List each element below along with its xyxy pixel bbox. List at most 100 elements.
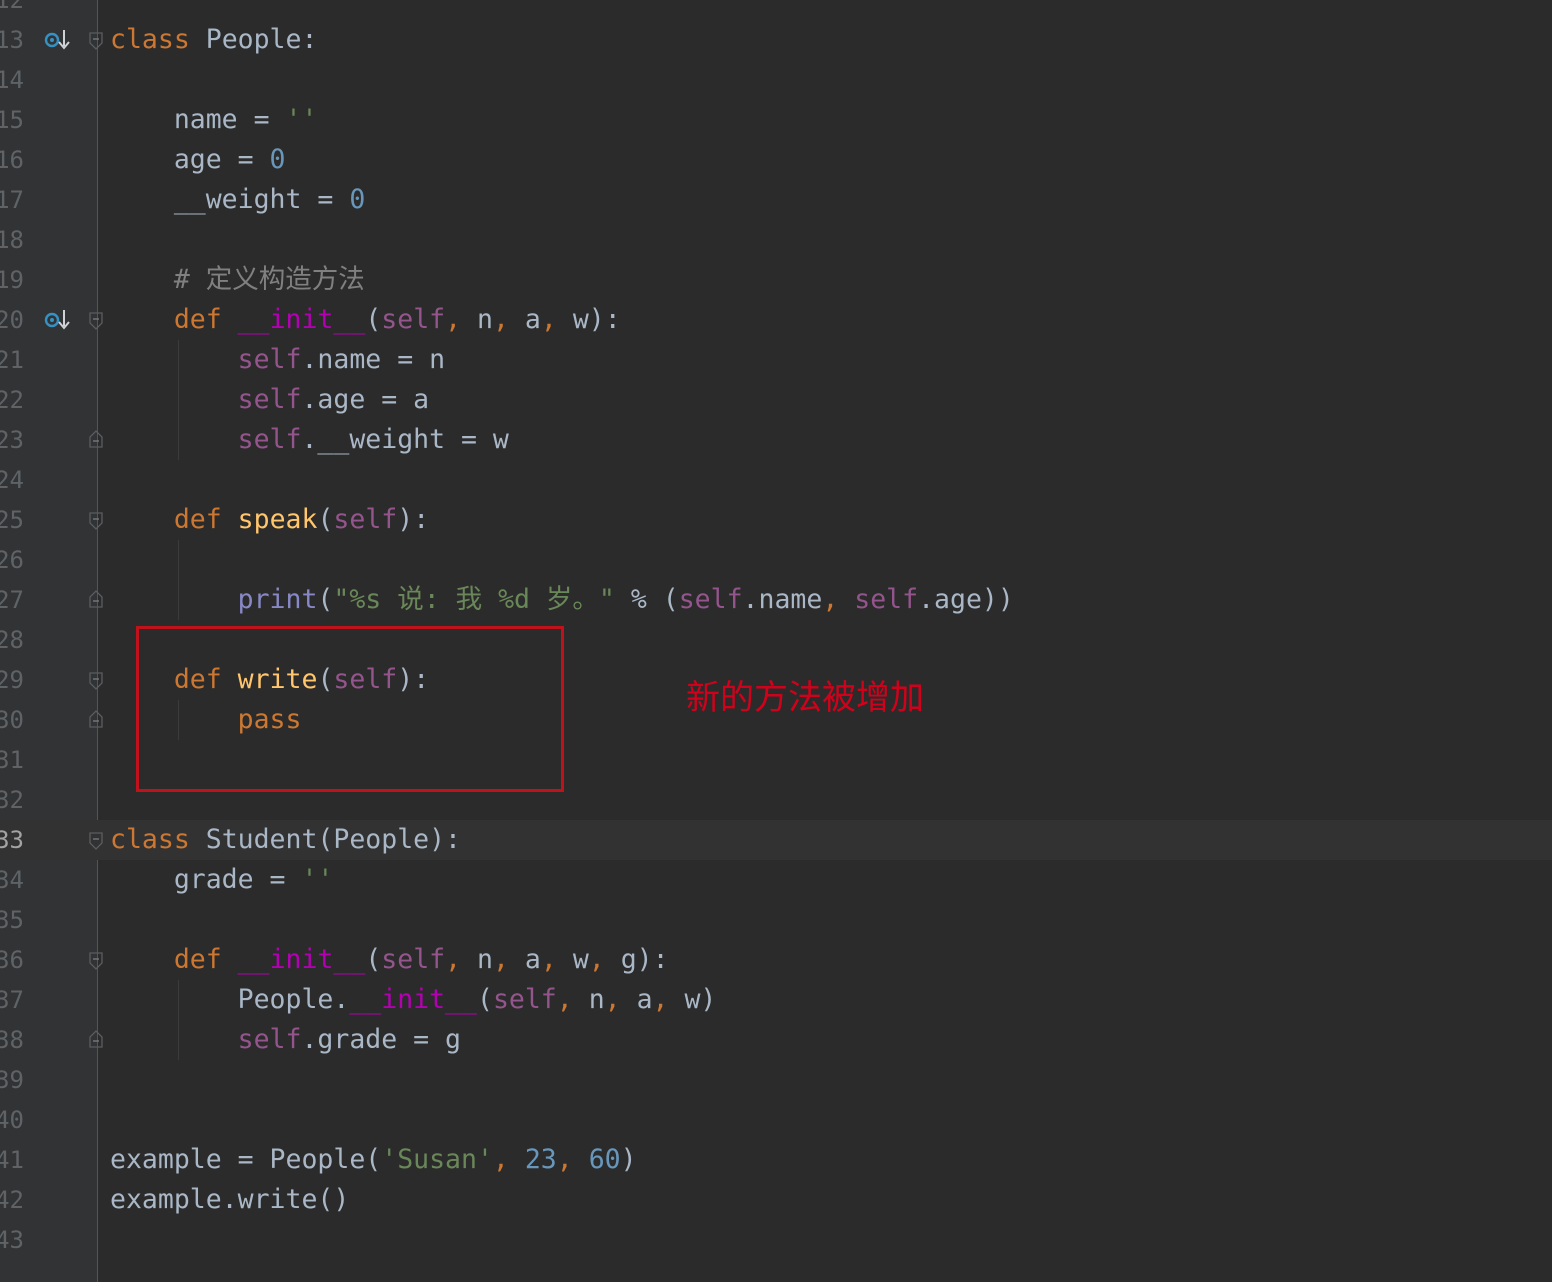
- code-line[interactable]: 25 def speak(self):: [0, 500, 1552, 540]
- code-token: (: [317, 504, 334, 535]
- code-line[interactable]: 39: [0, 1060, 1552, 1100]
- code-token: self: [333, 504, 398, 535]
- code-token: self: [854, 584, 919, 615]
- code-editor[interactable]: 12 13 class People: 14 15 name = '' 16 age = …: [0, 0, 1552, 1282]
- code-line[interactable]: 19 # 定义构造方法: [0, 260, 1552, 300]
- code-text: age = 0: [110, 140, 286, 180]
- code-text: grade = '': [110, 860, 334, 900]
- code-line[interactable]: 36 def __init__(self, n, a, w, g):: [0, 940, 1552, 980]
- code-token: self: [678, 584, 743, 615]
- override-method-down-icon[interactable]: [44, 308, 72, 332]
- code-line[interactable]: 12: [0, 0, 1552, 20]
- code-token: self: [381, 944, 446, 975]
- fold-close-icon[interactable]: [89, 1030, 103, 1048]
- line-number: 14: [0, 66, 24, 94]
- code-token: self: [237, 344, 302, 375]
- code-line[interactable]: 18: [0, 220, 1552, 260]
- code-line[interactable]: 24: [0, 460, 1552, 500]
- line-number: 35: [0, 906, 24, 934]
- line-number: 13: [0, 26, 24, 54]
- code-token: self: [237, 1024, 302, 1055]
- code-text: example = People('Susan', 23, 60): [110, 1140, 637, 1180]
- code-token: (: [365, 304, 382, 335]
- code-token: ,: [493, 304, 525, 335]
- line-number: 25: [0, 506, 24, 534]
- code-token: __init__: [349, 984, 477, 1015]
- code-token: .age)): [918, 584, 1014, 615]
- code-token: ,: [540, 304, 573, 335]
- code-line[interactable]: 43: [0, 1220, 1552, 1260]
- code-token: n: [588, 984, 605, 1015]
- code-line[interactable]: 35: [0, 900, 1552, 940]
- line-number: 32: [0, 786, 24, 814]
- code-token: age =: [110, 144, 270, 175]
- code-line[interactable]: 15 name = '': [0, 100, 1552, 140]
- code-token: (: [476, 984, 493, 1015]
- fold-close-icon[interactable]: [89, 430, 103, 448]
- line-number: 33: [0, 826, 24, 854]
- fold-open-icon[interactable]: [89, 312, 103, 330]
- code-line[interactable]: 17 __weight = 0: [0, 180, 1552, 220]
- code-token: 0: [349, 184, 366, 215]
- code-text: __weight = 0: [110, 180, 365, 220]
- code-token: __init__: [237, 944, 366, 975]
- code-line[interactable]: 38 self.grade = g: [0, 1020, 1552, 1060]
- line-number: 34: [0, 866, 24, 894]
- code-line[interactable]: 22 self.age = a: [0, 380, 1552, 420]
- code-line[interactable]: 41 example = People('Susan', 23, 60): [0, 1140, 1552, 1180]
- code-token: .__weight = w: [301, 424, 509, 455]
- fold-open-icon[interactable]: [89, 952, 103, 970]
- code-text: def __init__(self, n, a, w):: [110, 300, 621, 340]
- code-token: .name: [742, 584, 823, 615]
- fold-open-icon[interactable]: [89, 32, 103, 50]
- code-token: self: [237, 384, 302, 415]
- code-line[interactable]: 33 class Student(People):: [0, 820, 1552, 860]
- indent-guide: [178, 540, 179, 620]
- fold-open-icon[interactable]: [89, 512, 103, 530]
- code-token: ,: [445, 944, 478, 975]
- code-line[interactable]: 37 People.__init__(self, n, a, w): [0, 980, 1552, 1020]
- code-token: speak: [237, 504, 318, 535]
- code-token: print: [237, 584, 318, 615]
- code-token: ,: [540, 944, 573, 975]
- annotation-label: 新的方法被增加: [686, 678, 924, 718]
- line-number: 30: [0, 706, 24, 734]
- line-number: 38: [0, 1026, 24, 1054]
- code-token: example.write(): [110, 1184, 350, 1215]
- code-line[interactable]: 16 age = 0: [0, 140, 1552, 180]
- line-number: 41: [0, 1146, 24, 1174]
- code-line[interactable]: 13 class People:: [0, 20, 1552, 60]
- line-number: 31: [0, 746, 24, 774]
- code-line[interactable]: 26: [0, 540, 1552, 580]
- code-text: self.name = n: [110, 340, 445, 380]
- code-line[interactable]: 34 grade = '': [0, 860, 1552, 900]
- code-token: w): [684, 984, 717, 1015]
- code-line[interactable]: 40: [0, 1100, 1552, 1140]
- code-line[interactable]: 23 self.__weight = w: [0, 420, 1552, 460]
- code-text: # 定义构造方法: [110, 260, 365, 300]
- code-token: ): [620, 1144, 637, 1175]
- override-method-down-icon[interactable]: [44, 28, 72, 52]
- code-token: '': [301, 864, 334, 895]
- code-line[interactable]: 20 def __init__(self, n, a, w):: [0, 300, 1552, 340]
- code-line[interactable]: 21 self.name = n: [0, 340, 1552, 380]
- code-token: "%s 说: 我 %d 岁。": [333, 584, 615, 615]
- line-number: 29: [0, 666, 24, 694]
- fold-open-icon[interactable]: [89, 832, 103, 850]
- code-line[interactable]: 14: [0, 60, 1552, 100]
- code-token: People:: [189, 24, 318, 55]
- fold-close-icon[interactable]: [89, 710, 103, 728]
- line-number: 36: [0, 946, 24, 974]
- code-line[interactable]: 42 example.write(): [0, 1180, 1552, 1220]
- code-token: 'Susan': [381, 1144, 493, 1175]
- fold-close-icon[interactable]: [89, 590, 103, 608]
- fold-open-icon[interactable]: [89, 672, 103, 690]
- code-line[interactable]: 27 print("%s 说: 我 %d 岁。" % (self.name, s…: [0, 580, 1552, 620]
- code-token: Student(People):: [189, 824, 462, 855]
